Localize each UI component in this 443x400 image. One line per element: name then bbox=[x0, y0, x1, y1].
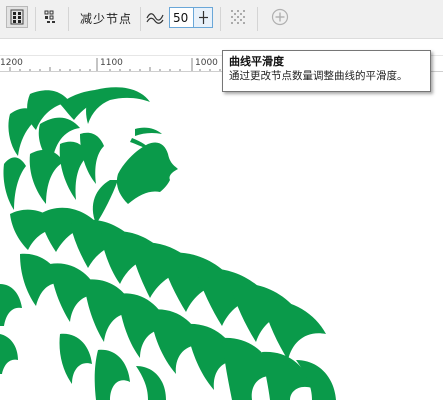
curve-smoothness-icon-wrap bbox=[145, 6, 165, 28]
tooltip-title: 曲线平滑度 bbox=[229, 55, 284, 68]
select-nodes-icon bbox=[44, 10, 55, 23]
slider-icon bbox=[198, 11, 208, 24]
smoothness-slider-button[interactable] bbox=[194, 7, 213, 28]
smoothness-input[interactable] bbox=[169, 7, 194, 28]
curve-smooth-icon bbox=[146, 13, 164, 24]
add-button[interactable] bbox=[269, 6, 291, 28]
reduce-nodes-button[interactable]: 减少节点 bbox=[80, 10, 132, 27]
select-nodes-button[interactable] bbox=[40, 6, 62, 28]
node-grid-icon bbox=[231, 10, 245, 24]
select-all-nodes-button[interactable] bbox=[6, 6, 28, 28]
toolbar-separator bbox=[140, 7, 141, 31]
woman-hair-artwork[interactable] bbox=[0, 84, 443, 400]
ruler-label: 1000 bbox=[195, 58, 218, 68]
toolbar-separator bbox=[68, 7, 69, 31]
ruler-label: 1100 bbox=[100, 58, 123, 68]
toolbar-separator bbox=[35, 7, 36, 31]
property-toolbar: 减少节点 bbox=[0, 0, 443, 39]
smoothness-tooltip: 曲线平滑度 通过更改节点数量调整曲线的平滑度。 bbox=[222, 50, 431, 92]
node-grid-button[interactable] bbox=[227, 6, 249, 28]
toolbar-separator bbox=[220, 7, 221, 31]
select-all-nodes-icon bbox=[10, 9, 24, 25]
toolbar-separator bbox=[257, 7, 258, 31]
tooltip-description: 通过更改节点数量调整曲线的平滑度。 bbox=[229, 70, 408, 82]
add-icon bbox=[271, 8, 289, 26]
ruler-label: 1200 bbox=[0, 58, 23, 68]
